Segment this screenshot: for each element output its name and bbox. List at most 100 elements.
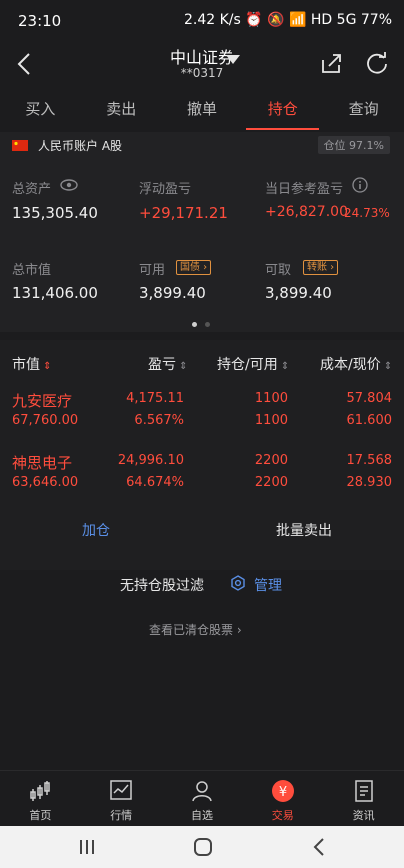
tab-cancel[interactable]: 撤单 bbox=[162, 92, 243, 132]
market-chart-icon bbox=[110, 780, 132, 800]
stock-pl: 4,175.11 bbox=[126, 391, 184, 406]
svg-text:¥: ¥ bbox=[279, 785, 287, 800]
nav-home-label: 首页 bbox=[29, 809, 52, 822]
sort-icon: ⇕ bbox=[277, 361, 290, 372]
stock-market-value: 67,760.00 bbox=[12, 413, 79, 428]
bond-tag[interactable]: 国债 › bbox=[176, 260, 212, 275]
candlestick-icon bbox=[30, 781, 51, 801]
home-icon[interactable] bbox=[193, 837, 213, 857]
account-mask: **0317 bbox=[180, 66, 224, 80]
view-cleared-link[interactable]: 查看已清仓股票 › bbox=[149, 621, 242, 638]
stock-price: 61.600 bbox=[346, 413, 393, 428]
stock-cost: 57.804 bbox=[346, 391, 393, 406]
page-dot bbox=[205, 322, 210, 327]
stock-pl-pct: 6.567% bbox=[134, 413, 184, 428]
system-nav-bar bbox=[0, 826, 404, 868]
add-position-button[interactable]: 加仓 bbox=[82, 520, 110, 540]
manage-button[interactable]: 管理 bbox=[254, 575, 282, 595]
stock-name: 神思电子 bbox=[12, 454, 73, 472]
header: 中山证券 **0317 bbox=[0, 44, 404, 90]
share-icon[interactable] bbox=[320, 52, 342, 74]
refresh-icon[interactable] bbox=[365, 51, 389, 75]
user-icon bbox=[192, 781, 212, 802]
col-market-value-label: 市值 bbox=[12, 357, 40, 373]
position-filter: 无持仓股过滤 管理 查看已清仓股票 › bbox=[0, 565, 404, 637]
total-assets-label: 总资产 bbox=[12, 182, 52, 197]
market-value-value: 131,406.00 bbox=[12, 284, 98, 302]
nav-news-label: 资讯 bbox=[352, 809, 375, 822]
stock-pl: 24,996.10 bbox=[117, 453, 184, 468]
status-bar: 23:10 2.42 K/s ⏰ 🔕 📶 HD 5G 77% bbox=[0, 0, 404, 44]
day-pl-value: +26,827.00 bbox=[265, 204, 348, 220]
col-hold-avail-label: 持仓/可用 bbox=[217, 357, 278, 373]
tab-positions[interactable]: 持仓 bbox=[242, 92, 323, 132]
nav-home[interactable]: 首页 bbox=[0, 771, 81, 826]
back-nav-icon[interactable] bbox=[312, 837, 326, 857]
batch-sell-button[interactable]: 批量卖出 bbox=[276, 520, 332, 540]
market-value-label: 总市值 bbox=[12, 263, 52, 278]
dropdown-icon[interactable] bbox=[226, 55, 240, 65]
nav-watchlist[interactable]: 自选 bbox=[162, 771, 243, 826]
recent-apps-icon[interactable] bbox=[78, 838, 96, 856]
tab-query[interactable]: 查询 bbox=[323, 92, 404, 132]
col-cost-price[interactable]: 成本/现价 ⇕ bbox=[320, 354, 392, 374]
col-cost-price-label: 成本/现价 bbox=[320, 357, 381, 373]
trade-tabs: 买入 卖出 撤单 持仓 查询 bbox=[0, 92, 404, 132]
news-icon bbox=[354, 780, 373, 802]
withdrawable-value: 3,899.40 bbox=[265, 284, 332, 302]
account-label: 人民币账户 A股 bbox=[38, 139, 123, 153]
view-cleared-label: 查看已清仓股票 bbox=[149, 623, 234, 637]
position-ratio: 仓位 97.1% bbox=[317, 136, 390, 154]
eye-icon[interactable] bbox=[60, 179, 78, 191]
bottom-nav: 首页 行情 自选 ¥ 交易 资讯 bbox=[0, 770, 404, 826]
stock-price: 28.930 bbox=[346, 475, 393, 490]
col-pl[interactable]: 盈亏 ⇕ bbox=[148, 354, 188, 374]
status-time: 23:10 bbox=[18, 12, 62, 30]
asset-summary: 人民币账户 A股 仓位 97.1% 总资产 135,305.40 浮动盈亏 +2… bbox=[0, 132, 404, 332]
nav-market[interactable]: 行情 bbox=[81, 771, 162, 826]
day-pl-percent: 24.73% bbox=[344, 206, 390, 220]
status-icons: 2.42 K/s ⏰ 🔕 📶 HD 5G 77% bbox=[184, 12, 392, 28]
tab-buy[interactable]: 买入 bbox=[0, 92, 81, 132]
float-pl-value: +29,171.21 bbox=[139, 204, 228, 222]
nav-trade-label: 交易 bbox=[271, 809, 294, 822]
yuan-icon: ¥ bbox=[271, 780, 294, 802]
nav-market-label: 行情 bbox=[110, 809, 133, 822]
sort-icon: ⇕ bbox=[40, 361, 52, 372]
total-assets-value: 135,305.40 bbox=[12, 204, 98, 222]
col-market-value[interactable]: 市值 ⇕ bbox=[12, 354, 52, 374]
info-icon[interactable] bbox=[352, 177, 368, 193]
stock-hold: 1100 bbox=[254, 391, 288, 406]
nav-trade[interactable]: ¥ 交易 bbox=[242, 771, 323, 826]
tab-sell[interactable]: 卖出 bbox=[81, 92, 162, 132]
broker-name[interactable]: 中山证券 bbox=[0, 44, 404, 68]
bond-tag-label: 国债 bbox=[180, 262, 200, 273]
transfer-tag-label: 转账 bbox=[307, 262, 327, 273]
stock-pl-pct: 64.674% bbox=[126, 475, 184, 490]
sort-icon: ⇕ bbox=[380, 361, 393, 372]
stock-avail: 1100 bbox=[254, 413, 288, 428]
china-flag-icon bbox=[12, 140, 28, 151]
available-value: 3,899.40 bbox=[139, 284, 206, 302]
settings-icon[interactable] bbox=[230, 575, 246, 591]
col-pl-label: 盈亏 bbox=[148, 357, 176, 373]
holdings-table: 市值 ⇕ 盈亏 ⇕ 持仓/可用 ⇕ 成本/现价 ⇕ 九安医疗 67,760.00… bbox=[0, 340, 404, 570]
col-hold-avail[interactable]: 持仓/可用 ⇕ bbox=[217, 354, 289, 374]
stock-hold: 2200 bbox=[254, 453, 288, 468]
no-position-filter-text: 无持仓股过滤 bbox=[120, 578, 204, 594]
sort-icon: ⇕ bbox=[176, 361, 188, 372]
table-row[interactable]: 神思电子 63,646.00 24,996.10 64.674% 2200 22… bbox=[0, 448, 404, 498]
withdrawable-label: 可取 bbox=[265, 263, 292, 278]
stock-avail: 2200 bbox=[254, 475, 288, 490]
transfer-tag[interactable]: 转账 › bbox=[303, 260, 339, 275]
available-label: 可用 bbox=[139, 263, 166, 278]
float-pl-label: 浮动盈亏 bbox=[139, 182, 192, 197]
table-row[interactable]: 九安医疗 67,760.00 4,175.11 6.567% 1100 1100… bbox=[0, 386, 404, 436]
page-dot-active bbox=[192, 322, 197, 327]
day-pl-label: 当日参考盈亏 bbox=[265, 182, 344, 197]
stock-cost: 17.568 bbox=[346, 453, 393, 468]
nav-watchlist-label: 自选 bbox=[190, 809, 213, 822]
nav-news[interactable]: 资讯 bbox=[323, 771, 404, 826]
stock-market-value: 63,646.00 bbox=[12, 475, 79, 490]
stock-name: 九安医疗 bbox=[12, 392, 73, 410]
